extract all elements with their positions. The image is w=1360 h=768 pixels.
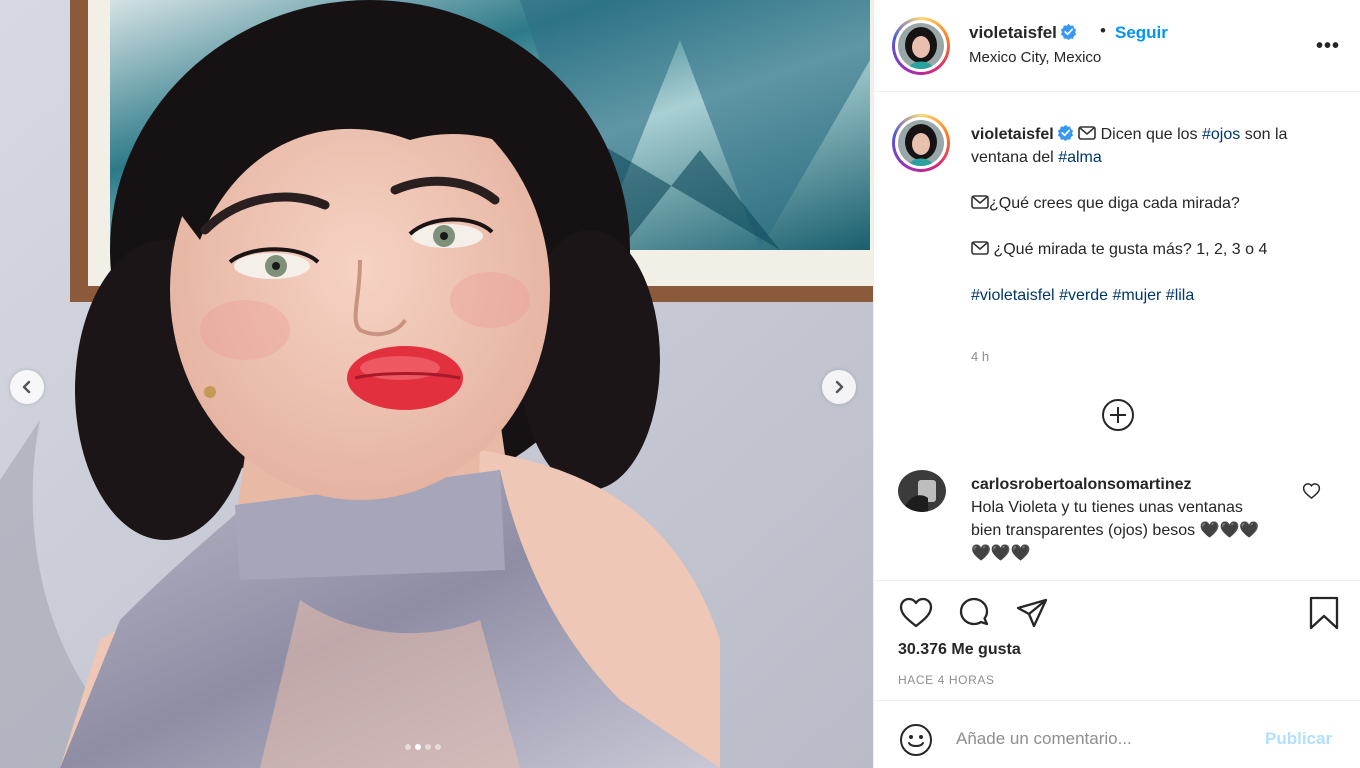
hashtag-link[interactable]: #mujer <box>1112 287 1161 304</box>
like-comment-heart-icon[interactable] <box>1302 482 1321 500</box>
like-heart-icon[interactable] <box>898 595 934 631</box>
next-slide-button[interactable] <box>822 370 856 404</box>
commenter-username[interactable]: carlosrobertoalonsomartinez <box>971 473 1271 496</box>
caption-line1: Dicen que los <box>1096 126 1202 143</box>
more-options-button[interactable]: ••• <box>1316 36 1340 56</box>
save-bookmark-icon[interactable] <box>1306 595 1342 631</box>
verified-badge-icon <box>1060 23 1077 40</box>
caption-username[interactable]: violetaisfel <box>971 126 1054 143</box>
chevron-right-icon <box>835 380 844 394</box>
comment-text-block: carlosrobertoalonsomartinez Hola Violeta… <box>971 473 1271 565</box>
post-photo <box>0 0 873 768</box>
hashtag-alma[interactable]: #alma <box>1058 149 1102 166</box>
caption-text: violetaisfel Dicen que los #ojos son la … <box>971 123 1331 307</box>
add-comment-bar: Publicar <box>874 700 1360 768</box>
author-username[interactable]: violetaisfel <box>969 23 1077 43</box>
caption-hashtags: #violetaisfel #verde #mujer #lila <box>971 284 1331 307</box>
author-avatar[interactable] <box>892 17 950 75</box>
hashtag-ojos[interactable]: #ojos <box>1202 126 1240 143</box>
caption-question-1: ¿Qué crees que diga cada mirada? <box>989 195 1240 212</box>
slide-indicator <box>405 744 441 750</box>
caption-avatar[interactable] <box>892 114 950 172</box>
slide-dot <box>425 744 431 750</box>
load-more-comments-icon[interactable] <box>1101 398 1135 432</box>
post-side-panel: violetaisfel • Seguir Mexico City, Mexic… <box>873 0 1360 768</box>
slide-dot-active <box>415 744 421 750</box>
caption-timestamp: 4 h <box>971 349 990 364</box>
likes-count[interactable]: 30.376 Me gusta <box>898 641 1021 659</box>
follow-button[interactable]: Seguir <box>1115 23 1168 43</box>
slide-dot <box>405 744 411 750</box>
emoji-icon[interactable] <box>898 722 934 758</box>
verified-badge-icon <box>1057 124 1073 141</box>
hashtag-link[interactable]: #lila <box>1166 287 1194 304</box>
post-media[interactable] <box>0 0 873 768</box>
commenter-avatar[interactable] <box>898 470 946 512</box>
post-time-ago: HACE 4 HORAS <box>898 673 995 687</box>
mailbox-emoji-icon <box>1078 126 1096 140</box>
comment-input[interactable] <box>956 724 1256 754</box>
hashtag-link[interactable]: #verde <box>1059 287 1108 304</box>
comment-body: Hola Violeta y tu tienes unas ventanas b… <box>971 499 1260 562</box>
post-actions: 30.376 Me gusta HACE 4 HORAS <box>874 580 1360 700</box>
caption-question-2: ¿Qué mirada te gusta más? 1, 2, 3 o 4 <box>989 241 1268 258</box>
publish-button[interactable]: Publicar <box>1265 729 1332 749</box>
mailbox-emoji-icon <box>971 195 989 209</box>
post-header: violetaisfel • Seguir Mexico City, Mexic… <box>874 0 1360 92</box>
mailbox-emoji-icon <box>971 241 989 255</box>
post-location[interactable]: Mexico City, Mexico <box>969 49 1101 66</box>
chevron-left-icon <box>22 380 31 394</box>
comment-bubble-icon[interactable] <box>956 595 992 631</box>
previous-slide-button[interactable] <box>10 370 44 404</box>
hashtag-link[interactable]: #violetaisfel <box>971 287 1055 304</box>
share-send-icon[interactable] <box>1014 595 1050 631</box>
slide-dot <box>435 744 441 750</box>
follow-separator: • <box>1100 21 1106 40</box>
